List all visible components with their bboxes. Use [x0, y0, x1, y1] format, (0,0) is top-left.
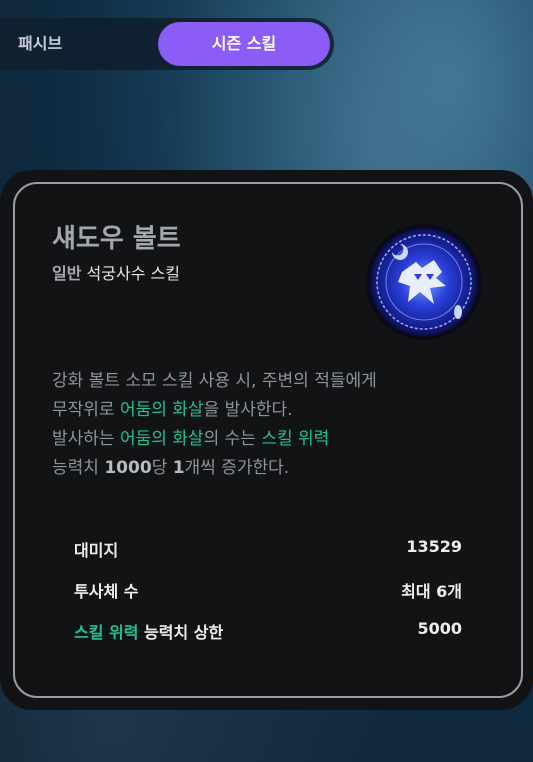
stat-value: 5000 [417, 619, 462, 638]
stat-value: 13529 [406, 537, 462, 556]
stat-row-damage: 대미지 13529 [74, 537, 462, 561]
skill-grade: 일반 [52, 264, 82, 283]
stat-value: 최대 6개 [401, 582, 462, 601]
stat-label-keyword: 스킬 위력 [74, 623, 139, 642]
desc-text: 강화 볼트 소모 스킬 사용 시, 주변의 적들에게 [52, 371, 377, 391]
desc-line: 무작위로 어둠의 화살을 발사한다. [52, 396, 472, 425]
stat-label-text: 능력치 상한 [138, 623, 224, 642]
skill-class: 석궁사수 스킬 [86, 264, 180, 283]
desc-line: 강화 볼트 소모 스킬 사용 시, 주변의 적들에게 [52, 367, 472, 396]
tab-passive[interactable]: 패시브 [18, 18, 138, 70]
stat-label: 투사체 수 [74, 582, 139, 601]
desc-text: 발사하는 [52, 429, 120, 449]
desc-text: 개씩 증가한다. [184, 458, 290, 478]
stat-label: 스킬 위력 능력치 상한 [74, 619, 223, 643]
stat-row-power-cap: 스킬 위력 능력치 상한 5000 [74, 619, 462, 643]
desc-text: 의 수는 [203, 429, 262, 449]
shadow-bolt-icon [366, 224, 482, 340]
desc-number: 1 [172, 458, 185, 478]
desc-text: 무작위로 [52, 400, 120, 420]
desc-number: 1000 [104, 458, 152, 478]
desc-line: 발사하는 어둠의 화살의 수는 스킬 위력 [52, 425, 472, 454]
desc-text: 을 발사한다. [203, 400, 293, 420]
tab-bar: 패시브 시즌 스킬 [0, 18, 334, 70]
desc-text: 능력치 [52, 458, 105, 478]
desc-keyword: 어둠의 화살 [119, 429, 204, 449]
desc-line: 능력치 1000당 1개씩 증가한다. [52, 454, 472, 483]
desc-keyword: 어둠의 화살 [119, 400, 204, 420]
skill-type: 일반 석궁사수 스킬 [52, 260, 180, 284]
desc-text: 당 [151, 458, 173, 478]
stat-row-projectiles: 투사체 수 최대 6개 [74, 578, 462, 602]
skill-title: 섀도우 볼트 [52, 224, 181, 254]
skill-description: 강화 볼트 소모 스킬 사용 시, 주변의 적들에게 무작위로 어둠의 화살을 … [52, 367, 472, 483]
tab-season-skill[interactable]: 시즌 스킬 [158, 22, 330, 66]
stat-label: 대미지 [74, 541, 119, 560]
desc-keyword: 스킬 위력 [261, 429, 330, 449]
